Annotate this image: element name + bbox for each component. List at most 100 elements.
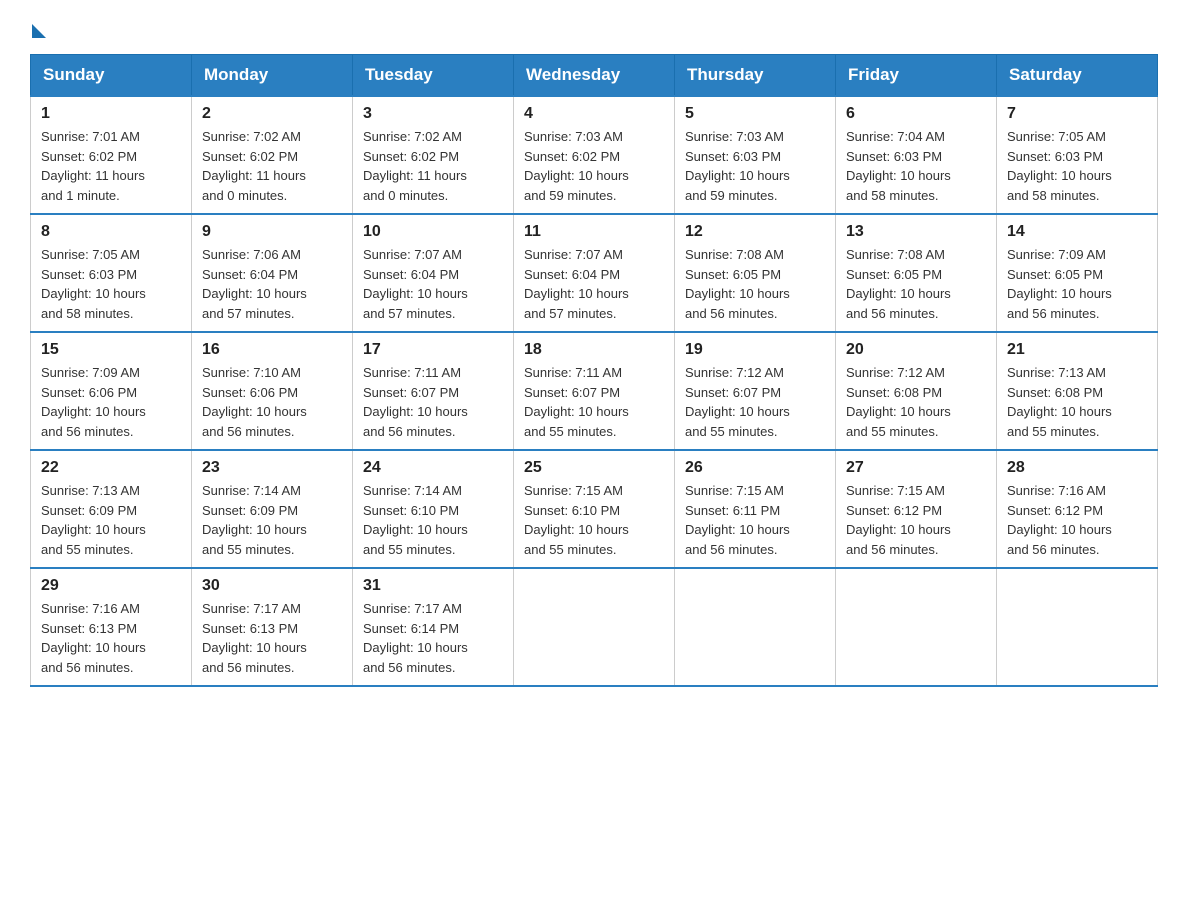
day-info: Sunrise: 7:14 AM Sunset: 6:09 PM Dayligh…: [202, 481, 342, 559]
day-number: 23: [202, 459, 342, 477]
day-info: Sunrise: 7:16 AM Sunset: 6:13 PM Dayligh…: [41, 599, 181, 677]
table-row: [997, 568, 1158, 686]
day-number: 3: [363, 105, 503, 123]
day-number: 15: [41, 341, 181, 359]
column-header-saturday: Saturday: [997, 55, 1158, 97]
table-row: 22 Sunrise: 7:13 AM Sunset: 6:09 PM Dayli…: [31, 450, 192, 568]
day-number: 27: [846, 459, 986, 477]
day-info: Sunrise: 7:12 AM Sunset: 6:07 PM Dayligh…: [685, 363, 825, 441]
day-info: Sunrise: 7:03 AM Sunset: 6:03 PM Dayligh…: [685, 127, 825, 205]
table-row: 29 Sunrise: 7:16 AM Sunset: 6:13 PM Dayli…: [31, 568, 192, 686]
day-info: Sunrise: 7:06 AM Sunset: 6:04 PM Dayligh…: [202, 245, 342, 323]
table-row: [675, 568, 836, 686]
table-row: 12Sunrise: 7:08 AM Sunset: 6:05 PM Dayli…: [675, 214, 836, 332]
day-info: Sunrise: 7:09 AM Sunset: 6:05 PM Dayligh…: [1007, 245, 1147, 323]
table-row: 28 Sunrise: 7:16 AM Sunset: 6:12 PM Dayli…: [997, 450, 1158, 568]
day-info: Sunrise: 7:12 AM Sunset: 6:08 PM Dayligh…: [846, 363, 986, 441]
day-info: Sunrise: 7:08 AM Sunset: 6:05 PM Dayligh…: [846, 245, 986, 323]
table-row: 8 Sunrise: 7:05 AM Sunset: 6:03 PM Daylig…: [31, 214, 192, 332]
day-info: Sunrise: 7:04 AM Sunset: 6:03 PM Dayligh…: [846, 127, 986, 205]
table-row: 13 Sunrise: 7:08 AM Sunset: 6:05 PM Dayli…: [836, 214, 997, 332]
column-header-thursday: Thursday: [675, 55, 836, 97]
day-info: Sunrise: 7:17 AM Sunset: 6:13 PM Dayligh…: [202, 599, 342, 677]
calendar-week-row: 29 Sunrise: 7:16 AM Sunset: 6:13 PM Dayli…: [31, 568, 1158, 686]
calendar-header-row: SundayMondayTuesdayWednesdayThursdayFrid…: [31, 55, 1158, 97]
day-info: Sunrise: 7:05 AM Sunset: 6:03 PM Dayligh…: [1007, 127, 1147, 205]
column-header-wednesday: Wednesday: [514, 55, 675, 97]
column-header-friday: Friday: [836, 55, 997, 97]
day-info: Sunrise: 7:17 AM Sunset: 6:14 PM Dayligh…: [363, 599, 503, 677]
day-info: Sunrise: 7:01 AM Sunset: 6:02 PM Dayligh…: [41, 127, 181, 205]
day-info: Sunrise: 7:16 AM Sunset: 6:12 PM Dayligh…: [1007, 481, 1147, 559]
day-info: Sunrise: 7:02 AM Sunset: 6:02 PM Dayligh…: [363, 127, 503, 205]
table-row: 18 Sunrise: 7:11 AM Sunset: 6:07 PM Dayli…: [514, 332, 675, 450]
day-number: 9: [202, 223, 342, 241]
calendar-table: SundayMondayTuesdayWednesdayThursdayFrid…: [30, 54, 1158, 687]
day-info: Sunrise: 7:13 AM Sunset: 6:09 PM Dayligh…: [41, 481, 181, 559]
day-number: 14: [1007, 223, 1147, 241]
table-row: 9 Sunrise: 7:06 AM Sunset: 6:04 PM Daylig…: [192, 214, 353, 332]
day-number: 12: [685, 223, 825, 241]
table-row: 10 Sunrise: 7:07 AM Sunset: 6:04 PM Dayli…: [353, 214, 514, 332]
table-row: 7 Sunrise: 7:05 AM Sunset: 6:03 PM Daylig…: [997, 96, 1158, 214]
day-info: Sunrise: 7:11 AM Sunset: 6:07 PM Dayligh…: [363, 363, 503, 441]
table-row: [514, 568, 675, 686]
table-row: 25 Sunrise: 7:15 AM Sunset: 6:10 PM Dayli…: [514, 450, 675, 568]
day-info: Sunrise: 7:10 AM Sunset: 6:06 PM Dayligh…: [202, 363, 342, 441]
calendar-week-row: 22 Sunrise: 7:13 AM Sunset: 6:09 PM Dayli…: [31, 450, 1158, 568]
day-number: 18: [524, 341, 664, 359]
day-number: 21: [1007, 341, 1147, 359]
table-row: 11 Sunrise: 7:07 AM Sunset: 6:04 PM Dayli…: [514, 214, 675, 332]
page-header: [30, 20, 1158, 34]
day-info: Sunrise: 7:07 AM Sunset: 6:04 PM Dayligh…: [524, 245, 664, 323]
day-number: 4: [524, 105, 664, 123]
day-number: 17: [363, 341, 503, 359]
day-info: Sunrise: 7:13 AM Sunset: 6:08 PM Dayligh…: [1007, 363, 1147, 441]
table-row: 1 Sunrise: 7:01 AM Sunset: 6:02 PM Daylig…: [31, 96, 192, 214]
logo: [30, 20, 46, 34]
day-number: 29: [41, 577, 181, 595]
day-number: 11: [524, 223, 664, 241]
day-number: 25: [524, 459, 664, 477]
day-number: 28: [1007, 459, 1147, 477]
table-row: 16Sunrise: 7:10 AM Sunset: 6:06 PM Dayli…: [192, 332, 353, 450]
day-number: 1: [41, 105, 181, 123]
table-row: [836, 568, 997, 686]
column-header-sunday: Sunday: [31, 55, 192, 97]
day-info: Sunrise: 7:15 AM Sunset: 6:12 PM Dayligh…: [846, 481, 986, 559]
day-number: 2: [202, 105, 342, 123]
day-number: 7: [1007, 105, 1147, 123]
day-number: 24: [363, 459, 503, 477]
table-row: 3 Sunrise: 7:02 AM Sunset: 6:02 PM Daylig…: [353, 96, 514, 214]
day-info: Sunrise: 7:07 AM Sunset: 6:04 PM Dayligh…: [363, 245, 503, 323]
logo-arrow-icon: [32, 24, 46, 38]
table-row: 15 Sunrise: 7:09 AM Sunset: 6:06 PM Dayli…: [31, 332, 192, 450]
table-row: 4 Sunrise: 7:03 AM Sunset: 6:02 PM Daylig…: [514, 96, 675, 214]
table-row: 24 Sunrise: 7:14 AM Sunset: 6:10 PM Dayli…: [353, 450, 514, 568]
table-row: 20Sunrise: 7:12 AM Sunset: 6:08 PM Dayli…: [836, 332, 997, 450]
day-info: Sunrise: 7:11 AM Sunset: 6:07 PM Dayligh…: [524, 363, 664, 441]
day-info: Sunrise: 7:09 AM Sunset: 6:06 PM Dayligh…: [41, 363, 181, 441]
day-number: 26: [685, 459, 825, 477]
day-info: Sunrise: 7:15 AM Sunset: 6:10 PM Dayligh…: [524, 481, 664, 559]
day-number: 8: [41, 223, 181, 241]
table-row: 21 Sunrise: 7:13 AM Sunset: 6:08 PM Dayli…: [997, 332, 1158, 450]
column-header-monday: Monday: [192, 55, 353, 97]
table-row: 5Sunrise: 7:03 AM Sunset: 6:03 PM Daylig…: [675, 96, 836, 214]
day-number: 13: [846, 223, 986, 241]
day-info: Sunrise: 7:14 AM Sunset: 6:10 PM Dayligh…: [363, 481, 503, 559]
table-row: 30Sunrise: 7:17 AM Sunset: 6:13 PM Dayli…: [192, 568, 353, 686]
table-row: 2 Sunrise: 7:02 AM Sunset: 6:02 PM Daylig…: [192, 96, 353, 214]
day-number: 19: [685, 341, 825, 359]
day-number: 6: [846, 105, 986, 123]
day-info: Sunrise: 7:05 AM Sunset: 6:03 PM Dayligh…: [41, 245, 181, 323]
day-info: Sunrise: 7:03 AM Sunset: 6:02 PM Dayligh…: [524, 127, 664, 205]
day-info: Sunrise: 7:02 AM Sunset: 6:02 PM Dayligh…: [202, 127, 342, 205]
day-info: Sunrise: 7:15 AM Sunset: 6:11 PM Dayligh…: [685, 481, 825, 559]
day-number: 10: [363, 223, 503, 241]
day-number: 22: [41, 459, 181, 477]
table-row: 23 Sunrise: 7:14 AM Sunset: 6:09 PM Dayli…: [192, 450, 353, 568]
column-header-tuesday: Tuesday: [353, 55, 514, 97]
day-number: 31: [363, 577, 503, 595]
table-row: 31 Sunrise: 7:17 AM Sunset: 6:14 PM Dayli…: [353, 568, 514, 686]
